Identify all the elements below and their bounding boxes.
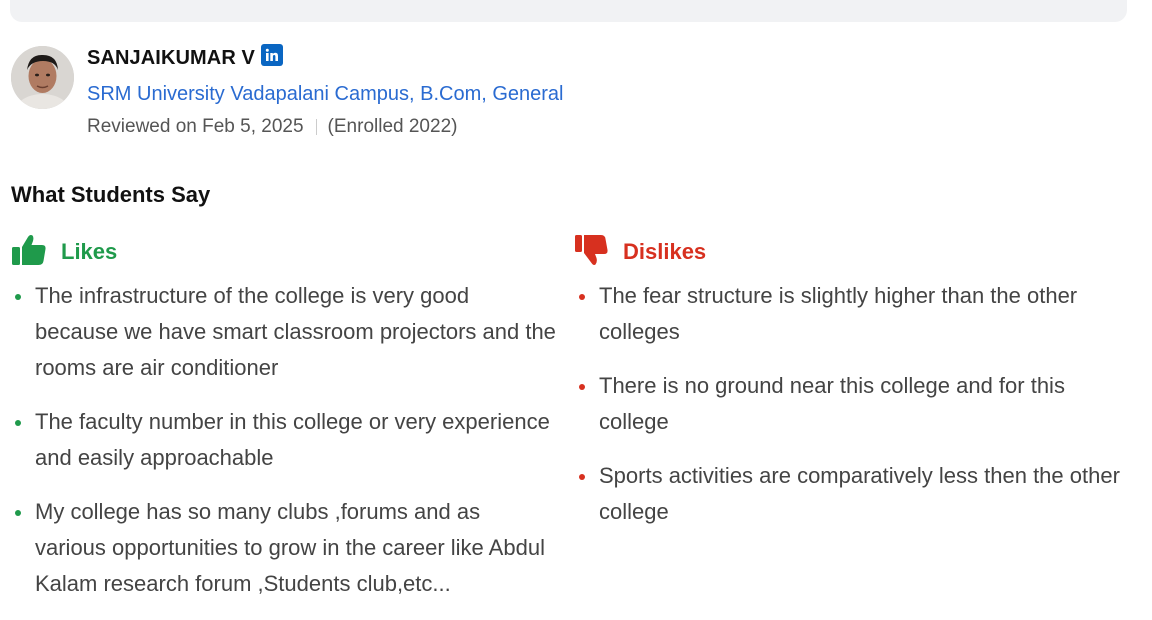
- list-item: The faculty number in this college or ve…: [11, 404, 556, 476]
- likes-column: Likes The infrastructure of the college …: [11, 234, 556, 620]
- bullet: [579, 474, 585, 480]
- college-course-separator: ,: [408, 83, 415, 105]
- list-item: My college has so many clubs ,forums and…: [11, 494, 556, 602]
- bullet: [15, 420, 21, 426]
- bullet: [15, 294, 21, 300]
- list-item: The fear structure is slightly higher th…: [575, 278, 1120, 350]
- list-item: There is no ground near this college and…: [575, 368, 1120, 440]
- likes-header: Likes: [11, 234, 556, 271]
- enrolled-year: (Enrolled 2022): [327, 116, 458, 137]
- reviewed-date: Reviewed on Feb 5, 2025: [87, 116, 304, 137]
- course-link[interactable]: B.Com, General: [420, 83, 563, 105]
- thumbs-down-icon: [575, 234, 609, 271]
- review-meta: Reviewed on Feb 5, 2025 (Enrolled 2022): [87, 116, 457, 138]
- college-link[interactable]: SRM University Vadapalani Campus: [87, 83, 409, 105]
- dislikes-column: Dislikes The fear structure is slightly …: [575, 234, 1120, 548]
- list-item: The infrastructure of the college is ver…: [11, 278, 556, 386]
- likes-list: The infrastructure of the college is ver…: [11, 278, 556, 602]
- like-text: The infrastructure of the college is ver…: [35, 283, 556, 380]
- bullet: [15, 510, 21, 516]
- section-title: What Students Say: [11, 182, 211, 207]
- top-panel-edge: [10, 0, 1127, 22]
- like-text: The faculty number in this college or ve…: [35, 409, 550, 470]
- list-item: Sports activities are comparatively less…: [575, 458, 1120, 530]
- meta-divider: [315, 119, 317, 135]
- dislike-text: Sports activities are comparatively less…: [599, 463, 1120, 524]
- dislikes-label: Dislikes: [623, 239, 707, 264]
- reviewer-name: SANJAIKUMAR V: [87, 47, 255, 69]
- college-course-line: SRM University Vadapalani Campus, B.Com,…: [87, 83, 564, 106]
- dislikes-list: The fear structure is slightly higher th…: [575, 278, 1120, 530]
- bullet: [579, 294, 585, 300]
- dislikes-header: Dislikes: [575, 234, 1120, 271]
- likes-label: Likes: [61, 239, 118, 264]
- like-text: My college has so many clubs ,forums and…: [35, 499, 545, 596]
- dislike-text: The fear structure is slightly higher th…: [599, 283, 1078, 344]
- dislike-text: There is no ground near this college and…: [599, 373, 1065, 434]
- bullet: [579, 384, 585, 390]
- thumbs-up-icon: [11, 234, 47, 271]
- avatar: [11, 46, 74, 109]
- linkedin-icon[interactable]: [260, 43, 283, 66]
